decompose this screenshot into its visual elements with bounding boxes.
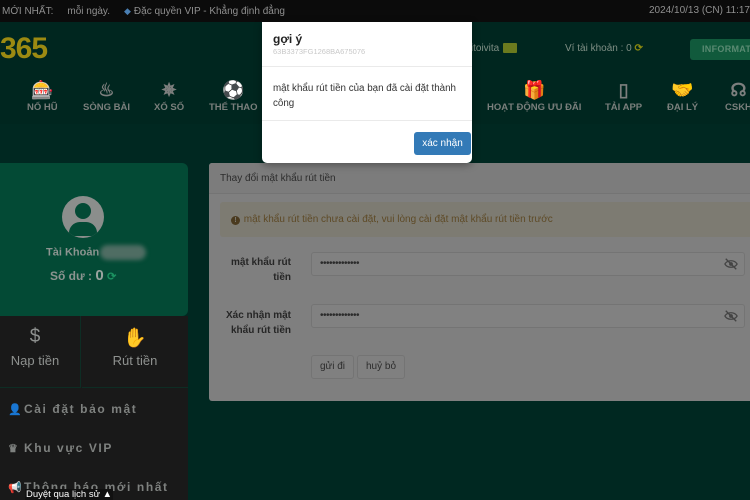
refresh-balance-icon[interactable]: ⟳ — [107, 271, 116, 283]
nav-label: NỔ HŨ — [27, 102, 58, 113]
exclamation-icon: ! — [231, 216, 240, 225]
lottery-wheel-icon: ✵ — [161, 80, 177, 100]
datetime: 2024/10/13 (CN) 11:17 — [649, 5, 750, 16]
page: MỚI NHẤT: mỗi ngày. ◆ Đặc quyền VIP - Khẳ… — [0, 0, 750, 500]
deposit-button[interactable]: $ Nạp tiền — [0, 316, 81, 388]
menu-label: Cài đặt bảo mật — [24, 402, 138, 416]
confirm-button[interactable]: xác nhận — [414, 132, 471, 155]
refresh-icon[interactable]: ⟳ — [635, 43, 643, 54]
handshake-icon: 🤝 — [671, 80, 694, 100]
withdraw-password-panel: Thay đổi mật khẩu rút tiền ! mật khẩu rú… — [209, 163, 750, 401]
warning-alert: ! mật khẩu rút tiền chưa cài đặt, vui lò… — [220, 202, 750, 237]
modal-title: gợi ý — [273, 32, 303, 46]
modal-subtitle: 63B3373FG1268BA675076 — [273, 47, 366, 56]
redacted-username — [100, 245, 147, 260]
notice-modal: gợi ý 63B3373FG1268BA675076 mật khẩu rút… — [262, 22, 472, 163]
top-bar: MỚI NHẤT: mỗi ngày. ◆ Đặc quyền VIP - Khẳ… — [0, 0, 750, 22]
megaphone-icon: 📢 — [8, 482, 24, 494]
nav-item-dai-ly[interactable]: 🤝 ĐẠI LÝ — [667, 78, 698, 113]
information-button[interactable]: INFORMATI — [690, 39, 750, 60]
label-line: khẩu rút tiền — [230, 325, 291, 336]
nav-item-cskh[interactable]: ☊ CSKH — [725, 78, 750, 113]
withdraw-button[interactable]: ✋ Rút tiền — [82, 316, 188, 388]
site-logo[interactable]: 365 — [0, 32, 48, 66]
vip-crown-icon: ♛ — [8, 443, 20, 455]
balance: Số dư : 0 ⟳ — [50, 267, 116, 284]
roulette-icon: ♨ — [98, 80, 115, 100]
submit-button[interactable]: gửi đi — [311, 355, 354, 379]
user-lock-icon: 👤 — [8, 404, 24, 416]
diamond-icon: ◆ — [123, 5, 131, 16]
avatar-icon — [62, 196, 104, 238]
nav-label: SÒNG BÀI — [83, 102, 130, 113]
ticker-vip: ◆ Đặc quyền VIP - Khẳng định đẳng — [124, 6, 285, 17]
phone-icon: ▯ — [618, 80, 629, 100]
nav-label: XỔ SỐ — [154, 102, 185, 113]
nav-item-xo-so[interactable]: ✵ XỔ SỐ — [154, 78, 184, 113]
account-label: Tài Khoản — [46, 246, 100, 259]
hand-dollar-icon: ✋ — [123, 328, 147, 349]
panel-title: Thay đổi mật khẩu rút tiền — [209, 163, 750, 194]
eye-slash-icon[interactable] — [724, 257, 738, 271]
tooltip-text: Duyệt qua lịch sử — [26, 489, 100, 500]
password-value: ••••••••••••• — [320, 310, 360, 321]
nav-label: CSKH — [725, 102, 750, 113]
nav-label: THỂ THAO — [209, 102, 258, 113]
headset-icon: ☊ — [730, 80, 747, 100]
confirm-password-label: Xác nhận mật khẩu rút tiền — [211, 308, 291, 338]
menu-security-settings[interactable]: 👤Cài đặt bảo mật — [8, 402, 137, 416]
menu-vip-area[interactable]: ♛ Khu vực VIP — [8, 441, 113, 455]
eye-slash-icon[interactable] — [724, 309, 738, 323]
password-label: mật khẩu rút tiền — [211, 255, 291, 285]
balance-value: 0 — [95, 267, 104, 284]
confirm-password-input[interactable]: ••••••••••••• — [311, 304, 745, 328]
profile-card — [0, 163, 188, 316]
password-value: ••••••••••••• — [320, 258, 360, 269]
nav-item-tai-app[interactable]: ▯ TẢI APP — [605, 78, 642, 113]
gift-icon: 🎁 — [523, 80, 546, 100]
nav-label: HOẠT ĐỘNG ƯU ĐÃI — [487, 102, 582, 113]
coin-dollar-icon: $ — [29, 326, 41, 347]
nav-item-the-thao[interactable]: ⚽ THỂ THAO — [209, 78, 258, 113]
history-tooltip: Duyệt qua lịch sử ▲ — [25, 489, 113, 500]
deposit-label: Nạp tiền — [10, 353, 60, 368]
wallet-label: Ví tài khoản : 0 — [565, 43, 632, 54]
ticker-vip-text: Đặc quyền VIP - Khẳng định đẳng — [133, 5, 285, 17]
divider — [262, 120, 472, 121]
soccer-ball-icon: ⚽ — [222, 80, 245, 100]
account-name: Tài Khoản — [46, 245, 147, 260]
sidebar: $ Nạp tiền ✋ Rút tiền 👤Cài đặt bảo mật ♛… — [0, 316, 188, 500]
label-line: mật khẩu rút — [230, 257, 291, 268]
slot-machine-icon: 🎰 — [31, 80, 54, 100]
wallet-balance: Ví tài khoản : 0 ⟳ — [565, 43, 643, 54]
message-icon[interactable] — [503, 43, 518, 54]
withdraw-label: Rút tiền — [112, 353, 158, 368]
divider — [262, 66, 472, 67]
nav-item-hoat-dong-uu-dai[interactable]: 🎁 HOẠT ĐỘNG ƯU ĐÃI — [487, 78, 581, 113]
news-ticker: MỚI NHẤT: mỗi ngày. ◆ Đặc quyền VIP - Khẳ… — [0, 6, 285, 17]
nav-label: ĐẠI LÝ — [667, 102, 699, 113]
label-line: tiền — [273, 272, 291, 283]
nav-item-no-hu[interactable]: 🎰 NỔ HŨ — [27, 78, 58, 113]
menu-label: Khu vực VIP — [24, 441, 113, 455]
alert-text: mật khẩu rút tiền chưa cài đặt, vui lòng… — [243, 214, 553, 225]
withdraw-password-input[interactable]: ••••••••••••• — [311, 252, 745, 276]
cancel-button[interactable]: huỷ bỏ — [357, 355, 405, 379]
ticker-text: mỗi ngày. — [67, 5, 110, 17]
nav-label: TẢI APP — [605, 102, 643, 113]
nav-item-song-bai[interactable]: ♨ SÒNG BÀI — [83, 78, 130, 113]
label-line: Xác nhận mật — [225, 310, 291, 321]
ticker-label: MỚI NHẤT: — [2, 5, 54, 17]
modal-message: mật khẩu rút tiền của bạn đã cài đặt thà… — [273, 83, 456, 109]
balance-label: Số dư : — [50, 269, 93, 283]
